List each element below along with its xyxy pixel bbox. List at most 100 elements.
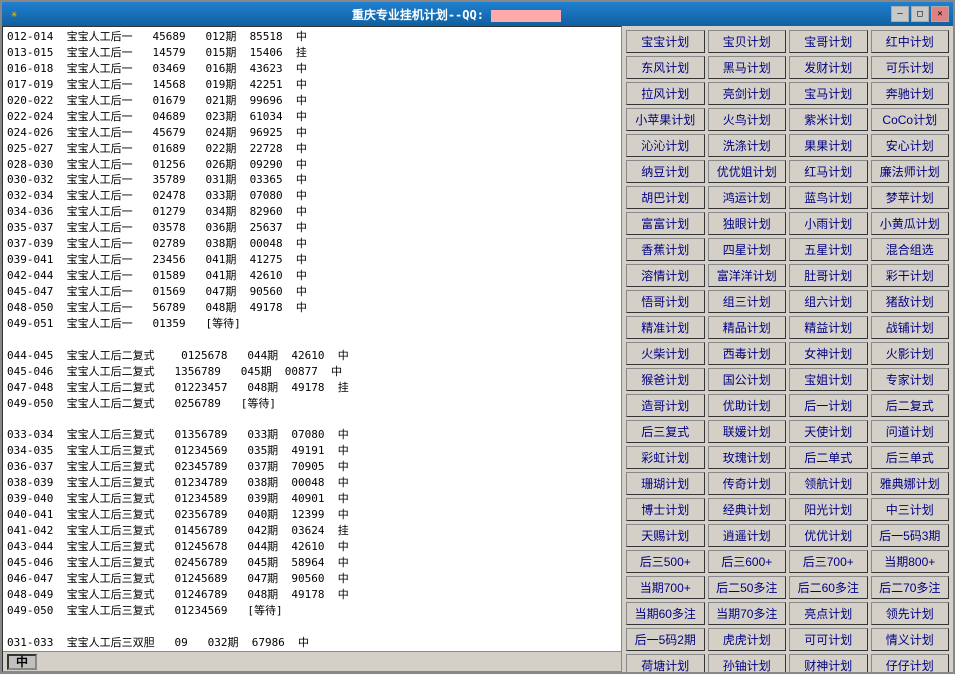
plan-button[interactable]: 当期60多注 bbox=[626, 602, 705, 625]
plan-button[interactable]: 荷塘计划 bbox=[626, 654, 705, 672]
plan-button[interactable]: 后二70多注 bbox=[871, 576, 950, 599]
plan-button[interactable]: 火影计划 bbox=[871, 342, 950, 365]
plan-button[interactable]: 传奇计划 bbox=[708, 472, 787, 495]
plan-button[interactable]: 亮点计划 bbox=[789, 602, 868, 625]
plan-button[interactable]: 廉法师计划 bbox=[871, 160, 950, 183]
plan-button[interactable]: 胡巴计划 bbox=[626, 186, 705, 209]
plan-button[interactable]: 混合组选 bbox=[871, 238, 950, 261]
plan-button[interactable]: 后一计划 bbox=[789, 394, 868, 417]
plan-button[interactable]: 问道计划 bbox=[871, 420, 950, 443]
plan-button[interactable]: 肚哥计划 bbox=[789, 264, 868, 287]
plan-button[interactable]: 雅典娜计划 bbox=[871, 472, 950, 495]
plan-button[interactable]: 优优姐计划 bbox=[708, 160, 787, 183]
plan-button[interactable]: 彩干计划 bbox=[871, 264, 950, 287]
plan-button[interactable]: 小黄瓜计划 bbox=[871, 212, 950, 235]
plan-button[interactable]: 鸿运计划 bbox=[708, 186, 787, 209]
plan-button[interactable]: 国公计划 bbox=[708, 368, 787, 391]
plan-button[interactable]: 当期800+ bbox=[871, 550, 950, 573]
plan-button[interactable]: 宝姐计划 bbox=[789, 368, 868, 391]
plan-button[interactable]: 后二60多注 bbox=[789, 576, 868, 599]
plan-button[interactable]: 富洋洋计划 bbox=[708, 264, 787, 287]
plan-button[interactable]: 宝哥计划 bbox=[789, 30, 868, 53]
plan-button[interactable]: 仔仔计划 bbox=[871, 654, 950, 672]
plan-button[interactable]: 当期70多注 bbox=[708, 602, 787, 625]
plan-button[interactable]: 亮剑计划 bbox=[708, 82, 787, 105]
plan-button[interactable]: 四星计划 bbox=[708, 238, 787, 261]
plan-button[interactable]: 领航计划 bbox=[789, 472, 868, 495]
plan-button[interactable]: 后二50多注 bbox=[708, 576, 787, 599]
plan-button[interactable]: 女神计划 bbox=[789, 342, 868, 365]
plan-button[interactable]: 彩虹计划 bbox=[626, 446, 705, 469]
plan-button[interactable]: 溶情计划 bbox=[626, 264, 705, 287]
plan-button[interactable]: 富富计划 bbox=[626, 212, 705, 235]
plan-button[interactable]: 黑马计划 bbox=[708, 56, 787, 79]
plan-button[interactable]: 当期700+ bbox=[626, 576, 705, 599]
plan-button[interactable]: 果果计划 bbox=[789, 134, 868, 157]
plan-button[interactable]: 独眼计划 bbox=[708, 212, 787, 235]
plan-button[interactable]: 香蕉计划 bbox=[626, 238, 705, 261]
plan-button[interactable]: 战铺计划 bbox=[871, 316, 950, 339]
plan-button[interactable]: 专家计划 bbox=[871, 368, 950, 391]
plan-button[interactable]: 发财计划 bbox=[789, 56, 868, 79]
plan-button[interactable]: 优优计划 bbox=[789, 524, 868, 547]
plan-button[interactable]: 后一5码3期 bbox=[871, 524, 950, 547]
plan-button[interactable]: 后二单式 bbox=[789, 446, 868, 469]
plan-button[interactable]: 情义计划 bbox=[871, 628, 950, 651]
plan-button[interactable]: 梦苹计划 bbox=[871, 186, 950, 209]
restore-button[interactable]: □ bbox=[911, 6, 929, 22]
plan-button[interactable]: 玫瑰计划 bbox=[708, 446, 787, 469]
plan-button[interactable]: 拉风计划 bbox=[626, 82, 705, 105]
plan-button[interactable]: 奔驰计划 bbox=[871, 82, 950, 105]
plan-button[interactable]: 沁沁计划 bbox=[626, 134, 705, 157]
plan-button[interactable]: 西毒计划 bbox=[708, 342, 787, 365]
plan-button[interactable]: 后二复式 bbox=[871, 394, 950, 417]
plan-button[interactable]: 可乐计划 bbox=[871, 56, 950, 79]
plan-button[interactable]: 可可计划 bbox=[789, 628, 868, 651]
plan-button[interactable]: 后一5码2期 bbox=[626, 628, 705, 651]
plan-button[interactable]: 精品计划 bbox=[708, 316, 787, 339]
plan-button[interactable]: 小苹果计划 bbox=[626, 108, 705, 131]
plan-button[interactable]: 组六计划 bbox=[789, 290, 868, 313]
plan-button[interactable]: 博士计划 bbox=[626, 498, 705, 521]
plan-button[interactable]: 领先计划 bbox=[871, 602, 950, 625]
plan-button[interactable]: 红马计划 bbox=[789, 160, 868, 183]
plan-button[interactable]: 逍遥计划 bbox=[708, 524, 787, 547]
plan-button[interactable]: 天使计划 bbox=[789, 420, 868, 443]
plan-button[interactable]: 紫米计划 bbox=[789, 108, 868, 131]
plan-button[interactable]: 后三复式 bbox=[626, 420, 705, 443]
plan-button[interactable]: 孙铀计划 bbox=[708, 654, 787, 672]
plan-button[interactable]: 东风计划 bbox=[626, 56, 705, 79]
close-button[interactable]: ✕ bbox=[931, 6, 949, 22]
plan-button[interactable]: 组三计划 bbox=[708, 290, 787, 313]
qq-input[interactable] bbox=[491, 10, 561, 22]
plan-button[interactable]: 优助计划 bbox=[708, 394, 787, 417]
plan-button[interactable]: 珊瑚计划 bbox=[626, 472, 705, 495]
plan-button[interactable]: 小雨计划 bbox=[789, 212, 868, 235]
plan-button[interactable]: 宝马计划 bbox=[789, 82, 868, 105]
plan-button[interactable]: 火鸟计划 bbox=[708, 108, 787, 131]
plan-button[interactable]: 经典计划 bbox=[708, 498, 787, 521]
plan-button[interactable]: 猪敌计划 bbox=[871, 290, 950, 313]
plan-button[interactable]: 造哥计划 bbox=[626, 394, 705, 417]
plan-button[interactable]: 后三700+ bbox=[789, 550, 868, 573]
plan-button[interactable]: 联媛计划 bbox=[708, 420, 787, 443]
plan-button[interactable]: 悟哥计划 bbox=[626, 290, 705, 313]
data-scroll-area[interactable]: 012-014 宝宝人工后一 45689 012期 85518 中 013-01… bbox=[3, 27, 621, 651]
plan-button[interactable]: 后三单式 bbox=[871, 446, 950, 469]
plan-button[interactable]: 纳豆计划 bbox=[626, 160, 705, 183]
plan-button[interactable]: 精准计划 bbox=[626, 316, 705, 339]
plan-button[interactable]: 虎虎计划 bbox=[708, 628, 787, 651]
plan-button[interactable]: 蓝鸟计划 bbox=[789, 186, 868, 209]
plan-button[interactable]: 猴爸计划 bbox=[626, 368, 705, 391]
plan-button[interactable]: 天赐计划 bbox=[626, 524, 705, 547]
plan-button[interactable]: 宝贝计划 bbox=[708, 30, 787, 53]
plan-button[interactable]: 火柴计划 bbox=[626, 342, 705, 365]
plan-button[interactable]: 五星计划 bbox=[789, 238, 868, 261]
plan-button[interactable]: 后三500+ bbox=[626, 550, 705, 573]
minimize-button[interactable]: — bbox=[891, 6, 909, 22]
plan-button[interactable]: 中三计划 bbox=[871, 498, 950, 521]
plan-button[interactable]: 阳光计划 bbox=[789, 498, 868, 521]
plan-button[interactable]: 安心计划 bbox=[871, 134, 950, 157]
plan-button[interactable]: 后三600+ bbox=[708, 550, 787, 573]
plan-button[interactable]: 洗涤计划 bbox=[708, 134, 787, 157]
